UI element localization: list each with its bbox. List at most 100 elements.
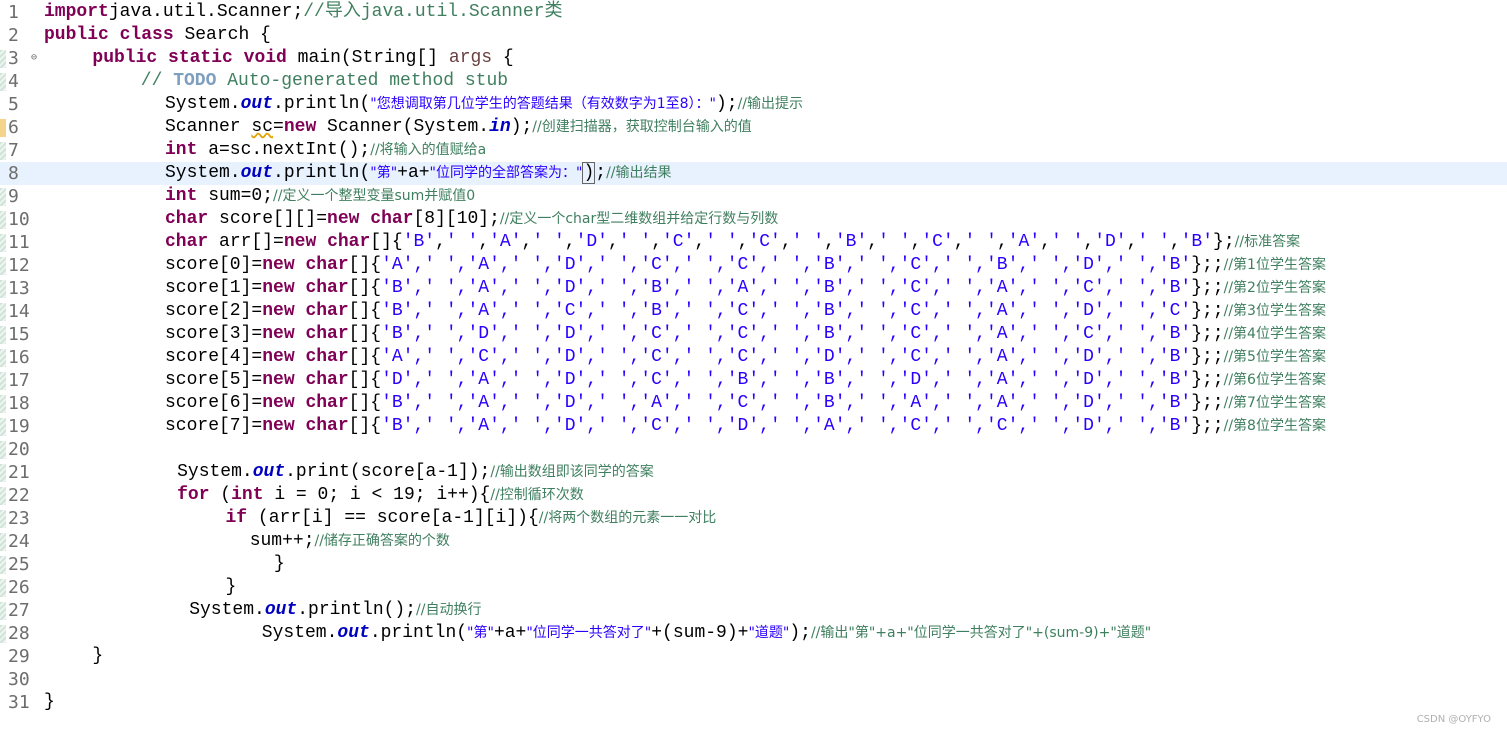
code-line[interactable]: 6 Scanner sc=new Scanner(System.in);//创建扫… [0,116,1507,139]
code-token: new [262,416,295,436]
code-token: score[0]= [165,255,263,275]
code-token: ; [595,163,607,183]
code-token: char [305,416,349,436]
code-line[interactable]: 10 char score[][]=new char[8][10];//定义一个c… [0,208,1507,231]
code-token: "位同学一共答对了" [526,625,652,641]
code-line[interactable]: 7 int a=sc.nextInt();//将输入的值赋给a [0,139,1507,162]
line-number: 16 [8,347,30,368]
code-token: []{ [348,393,382,413]
line-number: 11 [8,232,30,253]
code-token: char [305,370,349,390]
code-token: Scanner [165,117,252,137]
code-token: ' ' [1050,232,1084,252]
code-token: 'A' [489,232,522,252]
code-token: ) [582,162,596,184]
code-token: static [168,48,233,68]
code-line[interactable]: 4 // TODO Auto-generated method stub [0,70,1507,93]
code-line[interactable]: 3 ⊖ public static void main(String[] args … [0,47,1507,70]
code-token: ); [510,117,533,137]
code-token: //定义一个char型二维数组并给定行数与列数 [499,211,779,227]
code-line[interactable]: 9 int sum=0;//定义一个整型变量sum并赋值0 [0,185,1507,208]
code-token: //第6位学生答案 [1223,372,1326,388]
code-text: } [274,553,285,576]
code-token: 'B' [402,232,436,252]
code-line[interactable]: 31} [0,691,1507,714]
code-token: ' ' [705,232,738,252]
code-token: 'B' [834,232,868,252]
code-line[interactable]: 29} [0,645,1507,668]
code-token: //标准答案 [1234,234,1301,250]
code-text: if (arr[i] == score[a-1][i]){//将两个数组的元素一… [226,507,717,530]
code-token: };; [1191,301,1224,321]
code-line[interactable]: 25} [0,553,1507,576]
code-token: , [1083,232,1095,252]
code-line[interactable]: 15 score[3]=new char[]{'B',' ','D',' ','D… [0,323,1507,346]
code-token: };; [1191,324,1224,344]
code-line[interactable]: 18 score[6]=new char[]{'B',' ','A',' ','D… [0,392,1507,415]
code-token: score[1]= [165,278,263,298]
code-token: .println(); [297,600,417,620]
code-text: score[0]=new char[]{'A',' ','A',' ','D',… [165,254,1326,277]
code-token: };; [1191,347,1224,367]
code-token: []{ [348,416,382,436]
code-line[interactable]: 20 [0,438,1507,461]
code-line[interactable]: 22 for (int i = 0; i < 19; i++){//控制循环次数 [0,484,1507,507]
code-line[interactable]: 28 System.out.println("第"+a+"位同学一共答对了"+(s… [0,622,1507,645]
code-token: //储存正确答案的个数 [314,533,450,549]
code-token: ' ' [445,232,479,252]
code-line[interactable]: 19 score[7]=new char[]{'B',' ','A',' ','D… [0,415,1507,438]
code-token: Search { [173,25,271,45]
code-line[interactable]: 13 score[1]=new char[]{'B',' ','A',' ','D… [0,277,1507,300]
code-token: , [996,232,1008,252]
code-token: sc [251,117,274,137]
code-token: 'A' [1007,232,1041,252]
line-number: 8 [8,163,19,184]
line-number: 6 [8,117,19,138]
code-line[interactable]: 27 System.out.println();//自动换行 [0,599,1507,622]
code-token: +a+ [493,623,527,643]
code-text: System.out.print(score[a-1]);//输出数组即该同学的… [177,461,654,484]
code-line[interactable]: 24 sum++;//储存正确答案的个数 [0,530,1507,553]
code-line[interactable]: 16 score[4]=new char[]{'A',' ','C',' ','D… [0,346,1507,369]
code-token: 'B',' ','A',' ','D',' ','C',' ','D',' ',… [381,416,1192,436]
code-text: } [92,645,103,668]
line-number: 12 [8,255,30,276]
code-line[interactable]: 5 System.out.println("您想调取第几位学生的答题结果（有效数字… [0,93,1507,116]
code-line[interactable]: 11 char arr[]=new char[]{'B',' ','A',' ',… [0,231,1507,254]
code-token: //第8位学生答案 [1223,418,1326,434]
code-line[interactable]: 8 System.out.println("第"+a+"位同学的全部答案为：");… [0,162,1507,185]
code-line[interactable]: 21 System.out.print(score[a-1]);//输出数组即该同… [0,461,1507,484]
code-token: []{ [348,347,382,367]
code-token: sum=0; [197,186,274,206]
code-token: score[][]= [208,209,328,229]
code-line[interactable]: 17 score[5]=new char[]{'D',' ','A',' ','D… [0,369,1507,392]
code-token: "第" [370,165,398,181]
code-token: []{ [348,255,382,275]
code-token: //第5位学生答案 [1223,349,1326,365]
fold-toggle-icon[interactable]: ⊖ [31,47,37,70]
code-token: char [305,278,349,298]
code-line[interactable]: 12 score[0]=new char[]{'A',' ','A',' ','D… [0,254,1507,277]
code-line[interactable]: 23 if (arr[i] == score[a-1][i]){//将两个数组的元… [0,507,1507,530]
code-editor[interactable]: 1 importjava.util.Scanner;//导入java.util.S… [0,0,1507,733]
code-line[interactable]: 30 [0,668,1507,691]
code-line[interactable]: 1 importjava.util.Scanner;//导入java.util.S… [0,1,1507,24]
code-line[interactable]: 14 score[2]=new char[]{'B',' ','A',' ','C… [0,300,1507,323]
code-token: } [92,646,104,666]
code-token: if [225,508,248,528]
code-token: , [651,232,662,252]
code-token: };; [1191,416,1224,436]
code-token: //第7位学生答案 [1223,395,1326,411]
code-token: out [240,163,274,183]
code-text: sum++;//储存正确答案的个数 [250,530,450,553]
code-token: main(String[] [286,48,449,68]
line-number: 14 [8,301,30,322]
code-token: new [327,209,360,229]
code-line[interactable]: 2 public class Search { [0,24,1507,47]
code-text: System.out.println();//自动换行 [189,599,481,622]
code-line[interactable]: 26} [0,576,1507,599]
